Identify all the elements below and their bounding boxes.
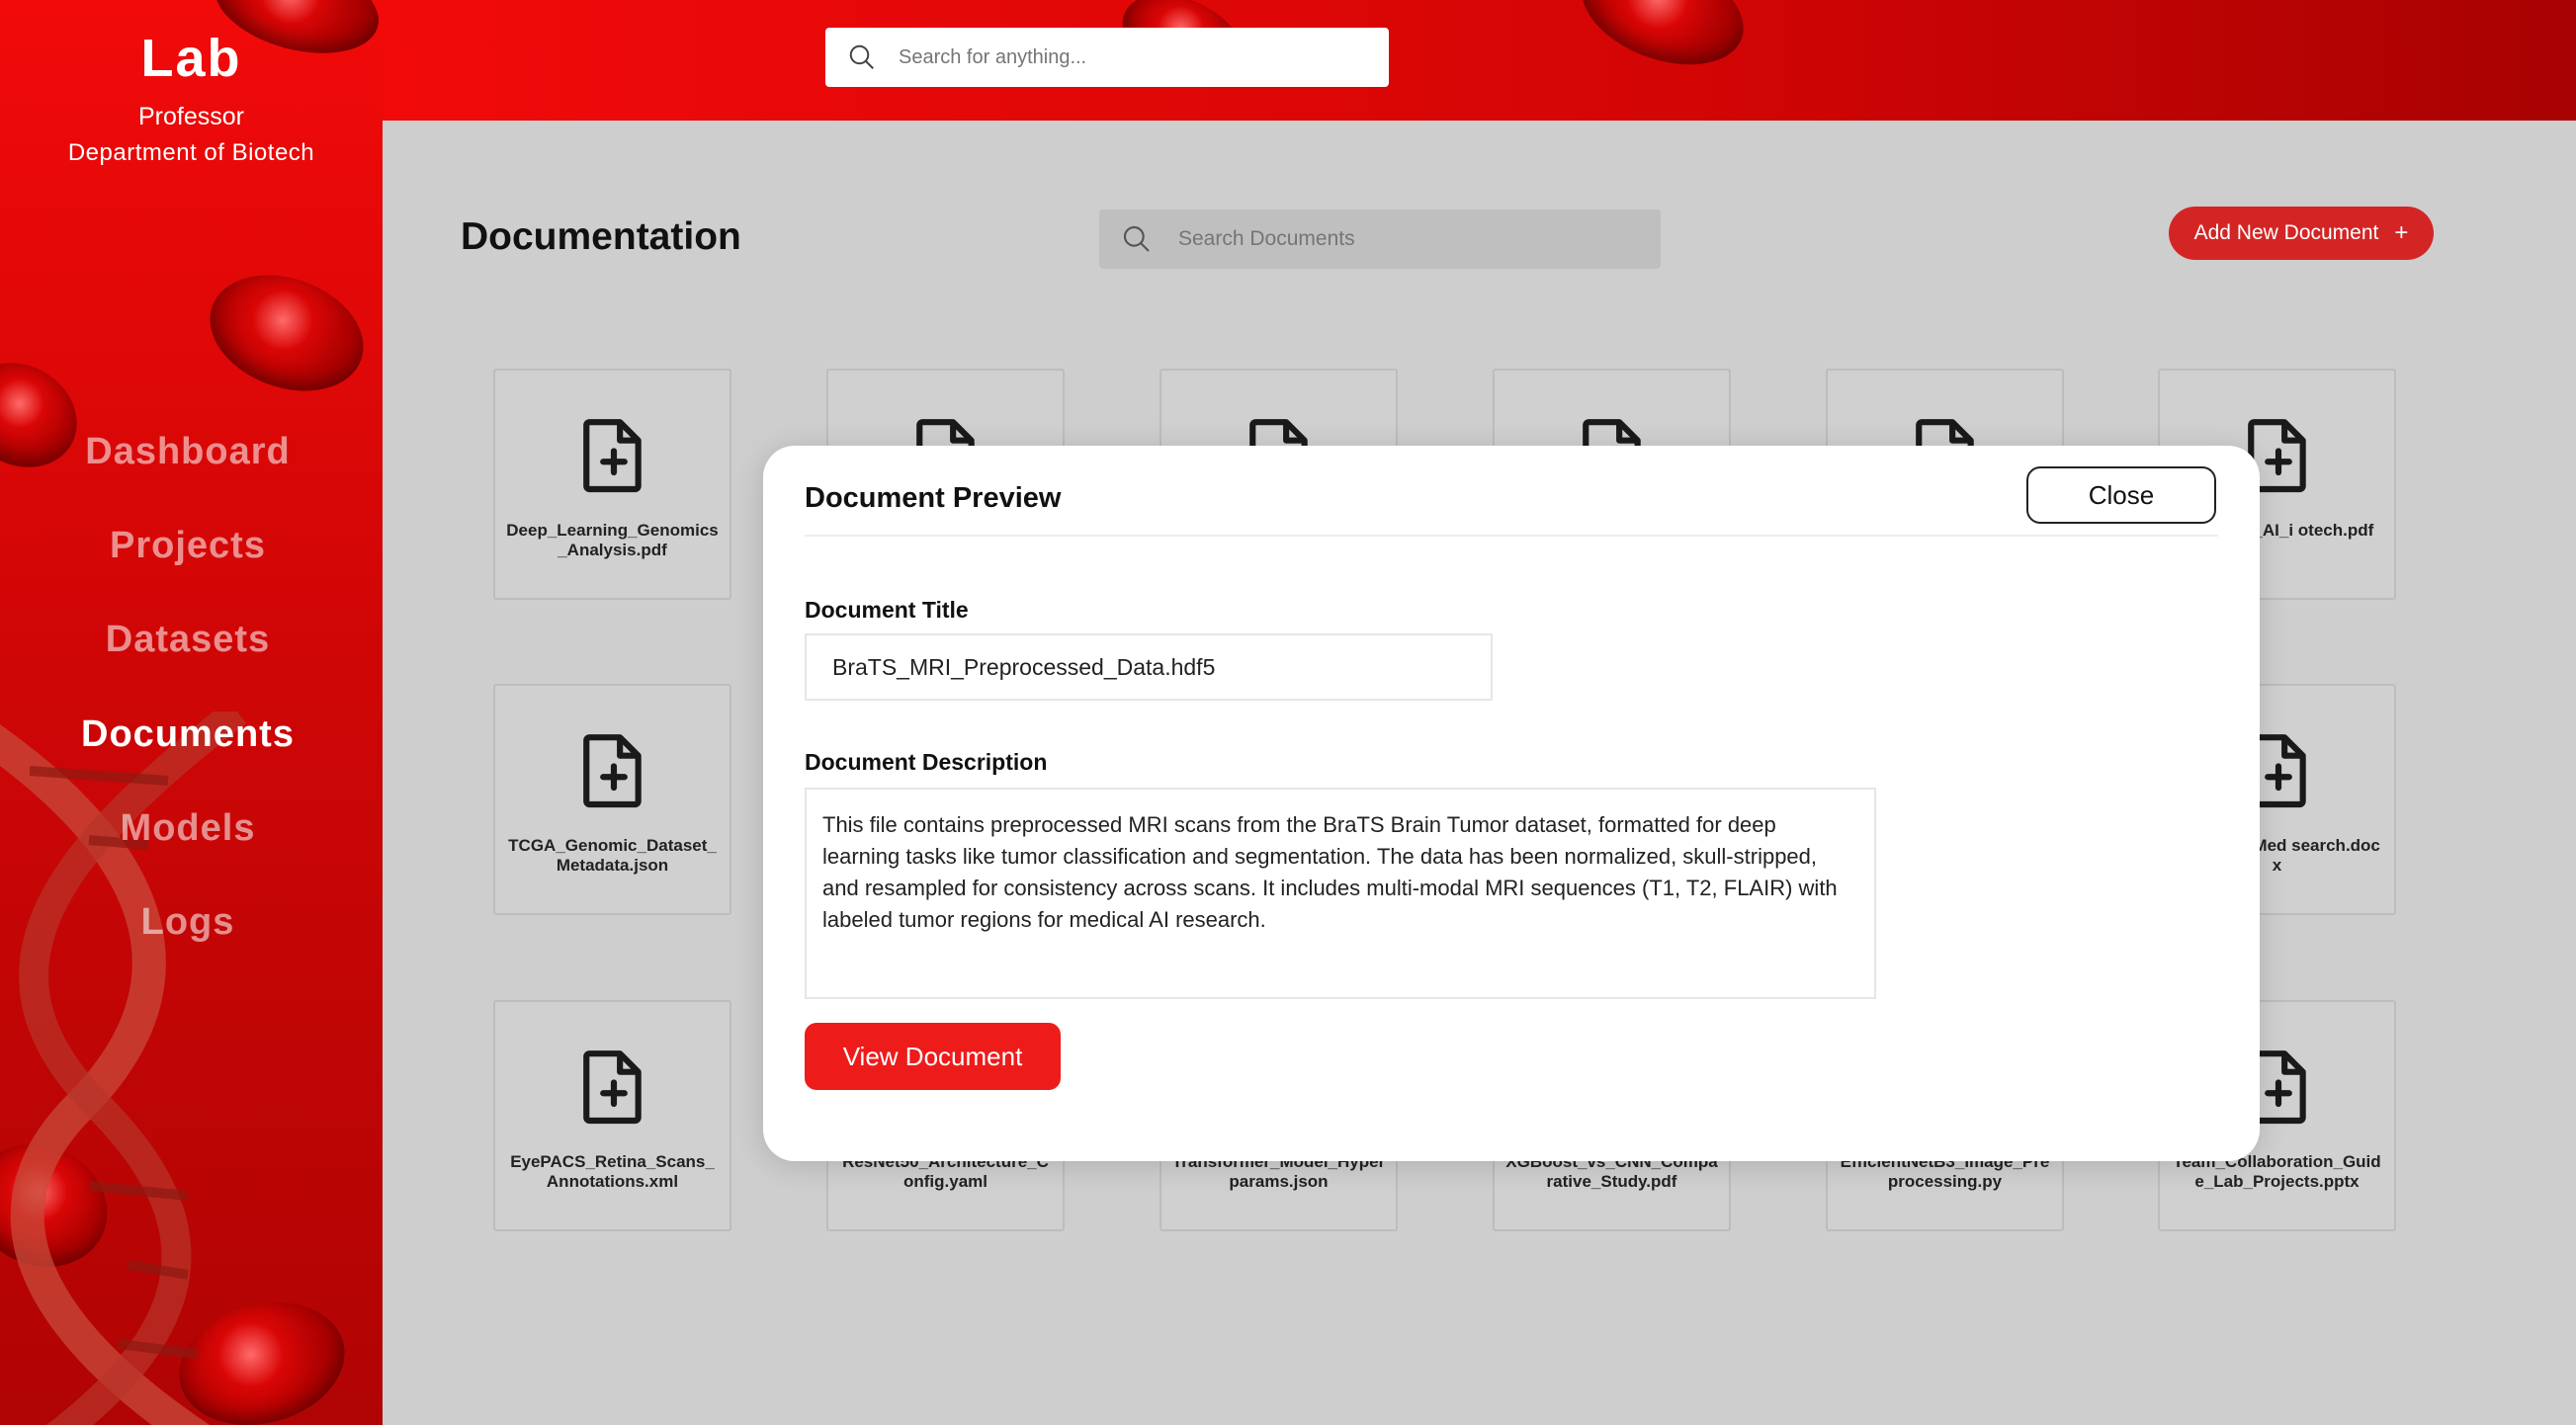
document-search-input[interactable] (1178, 227, 1643, 251)
file-plus-icon (577, 1048, 650, 1129)
document-card-filename: Deep_Learning_Genomics_Analysis.pdf (506, 521, 719, 559)
sidebar-item-projects[interactable]: Projects (0, 525, 376, 567)
blood-cell-decoration (194, 254, 380, 412)
top-bar (383, 0, 2576, 121)
document-card[interactable]: EyePACS_Retina_Scans_Annotations.xml (493, 1000, 731, 1231)
document-search-bar[interactable] (1099, 210, 1661, 269)
user-role: Professor (138, 103, 244, 130)
document-title-label: Document Title (805, 597, 969, 623)
global-search-bar[interactable] (825, 28, 1389, 87)
file-plus-icon (577, 416, 650, 497)
page-title: Documentation (461, 215, 741, 258)
brand-title: Lab (140, 29, 242, 88)
document-description-field[interactable]: This file contains preprocessed MRI scan… (805, 788, 1876, 999)
sidebar-item-logs[interactable]: Logs (0, 901, 376, 944)
global-search-input[interactable] (899, 45, 1353, 69)
search-icon (849, 44, 874, 69)
sidebar-item-documents[interactable]: Documents (0, 713, 376, 756)
dialog-title: Document Preview (805, 482, 1062, 514)
dialog-divider (805, 535, 2218, 537)
view-document-button[interactable]: View Document (805, 1023, 1061, 1090)
document-preview-dialog: Document Preview Close Document Title Do… (763, 446, 2260, 1161)
document-description-label: Document Description (805, 749, 1048, 775)
document-card[interactable]: Deep_Learning_Genomics_Analysis.pdf (493, 369, 731, 600)
sidebar: Lab Professor Department of Biotech Dash… (0, 0, 383, 1425)
search-icon (1123, 225, 1150, 252)
blood-cell-decoration (1567, 0, 1759, 86)
close-button[interactable]: Close (2026, 466, 2216, 524)
document-card[interactable]: TCGA_Genomic_Dataset_Metadata.json (493, 684, 731, 915)
sidebar-item-datasets[interactable]: Datasets (0, 619, 376, 661)
document-title-field[interactable] (805, 633, 1493, 701)
document-card-filename: EyePACS_Retina_Scans_Annotations.xml (510, 1152, 715, 1191)
sidebar-item-dashboard[interactable]: Dashboard (0, 431, 376, 473)
add-button-label: Add New Document (2193, 221, 2379, 244)
user-department: Department of Biotech (67, 139, 315, 166)
plus-icon: + (2394, 219, 2409, 246)
document-card-filename: TCGA_Genomic_Dataset_Metadata.json (508, 836, 717, 875)
sidebar-item-models[interactable]: Models (0, 807, 376, 850)
add-new-document-button[interactable]: Add New Document + (2169, 207, 2434, 260)
file-plus-icon (577, 731, 650, 812)
